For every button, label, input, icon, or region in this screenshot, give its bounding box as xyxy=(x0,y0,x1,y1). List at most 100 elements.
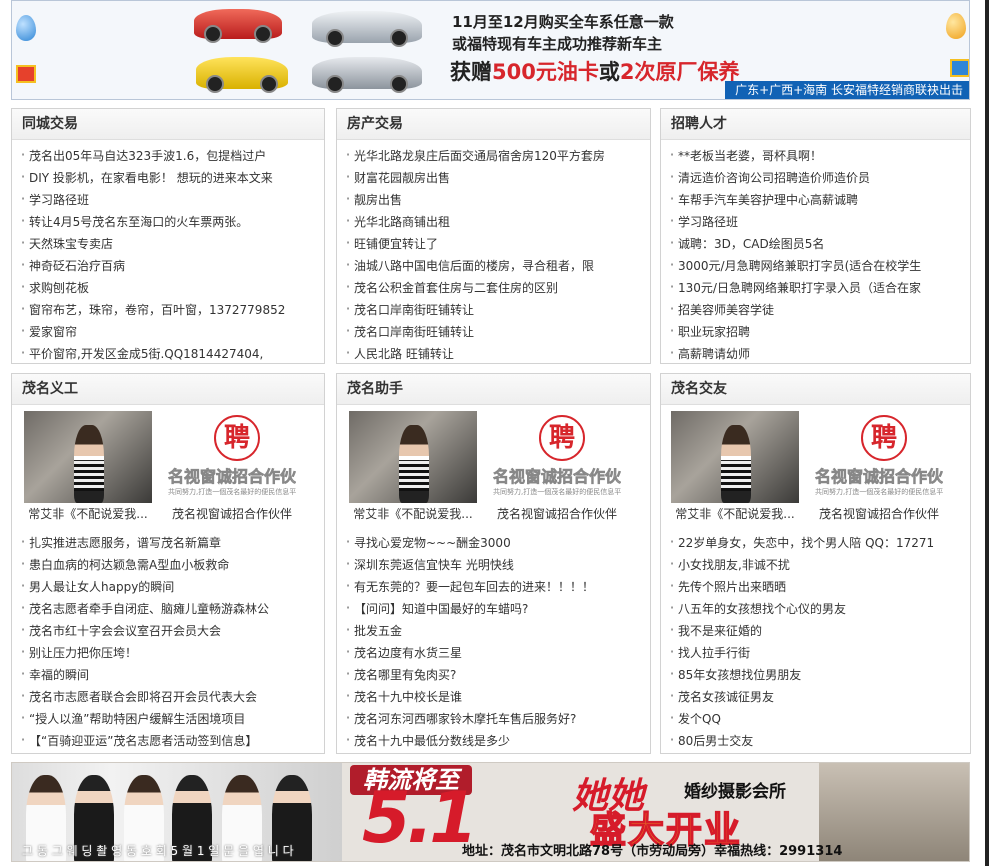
list-item[interactable]: 茂名市志愿者联合会即将召开会员代表大会 xyxy=(18,685,324,707)
list-item[interactable]: 靓房出售 xyxy=(343,188,650,210)
list-item[interactable]: 寻找心爱宠物~~~酬金3000 xyxy=(343,531,650,553)
list-item[interactable]: 22岁单身女，失恋中，找个男人陪 QQ：17271 xyxy=(667,531,970,553)
list-item[interactable]: 【问问】知道中国最好的车蜡吗? xyxy=(343,597,650,619)
list-item[interactable]: 茂名公积金首套住房与二套住房的区别 xyxy=(343,276,650,298)
list-item[interactable]: 茂名十九中校长是谁 xyxy=(343,685,650,707)
list-item[interactable]: 茂名河东河西哪家铃木摩托车售后服务好? xyxy=(343,707,650,729)
panel-title: 茂名交友 xyxy=(661,374,970,405)
photo-link[interactable]: 常艾非《不配说爱我... xyxy=(671,411,799,523)
list-item[interactable]: 油城八路中国电信后面的楼房，寻合租者，限 xyxy=(343,254,650,276)
list-item[interactable]: 窗帘布艺，珠帘，卷帘，百叶窗，1372779852 xyxy=(18,298,324,320)
list-item[interactable]: 学习路径班 xyxy=(667,210,970,232)
right-edge-border xyxy=(985,0,989,866)
photo-link[interactable]: 常艾非《不配说爱我... xyxy=(24,411,152,523)
list-item[interactable]: 茂名志愿者牵手自闭症、脑瘫儿童畅游森林公 xyxy=(18,597,324,619)
may-first-number: 5.1 xyxy=(362,777,478,859)
list-item[interactable]: 茂名口岸南街旺铺转让 xyxy=(343,320,650,342)
singer-photo xyxy=(24,411,152,503)
list-item[interactable]: 高薪聘请幼师 xyxy=(667,342,970,364)
photo-link[interactable]: 聘 名视窗诚招合作伙 共同努力,打造一個茂名最好的便民信息平臺! 茂名视窗诚招合… xyxy=(493,411,621,523)
panel-title: 房产交易 xyxy=(337,109,650,140)
panel-zhushou: 茂名助手 常艾非《不配说爱我... 聘 名视窗诚招合作伙 共同努力,打造一個茂名… xyxy=(336,373,651,754)
list-item[interactable]: 茂名出05年马自达323手波1.6，包提档过户 xyxy=(18,144,324,166)
panel-zhaopin: 招聘人才 **老板当老婆，哥杯具啊！ 清远造价咨询公司招聘造价师造价员 车帮手汽… xyxy=(660,108,971,364)
photo-row: 常艾非《不配说爱我... 聘 名视窗诚招合作伙 共同努力,打造一個茂名最好的便民… xyxy=(12,405,324,529)
photo-caption: 常艾非《不配说爱我... xyxy=(28,507,148,521)
list-item[interactable]: 诚聘：3D，CAD绘图员5名 xyxy=(667,232,970,254)
list-item[interactable]: 先传个照片出来晒晒 xyxy=(667,575,970,597)
list-item[interactable]: 批发五金 xyxy=(343,619,650,641)
list-item[interactable]: 光华北路商铺出租 xyxy=(343,210,650,232)
post-list: 茂名出05年马自达323手波1.6，包提档过户 DIY 投影机，在家看电影！ 想… xyxy=(12,140,324,364)
studio-name: 婚纱摄影会所 xyxy=(684,782,786,802)
banner-line-2: 或福特现有车主成功推荐新车主 xyxy=(452,35,663,53)
banner-oil-card-offer: 500元油卡 xyxy=(492,60,599,84)
list-item[interactable]: 财富花园靓房出售 xyxy=(343,166,650,188)
list-item[interactable]: 转让4月5号茂名东至海口的火车票两张。 xyxy=(18,210,324,232)
list-item[interactable]: 人民北路 旺铺转让 xyxy=(343,342,650,364)
list-item[interactable]: 平价窗帘,开发区金成5街.QQ1814427404, xyxy=(18,342,324,364)
list-item[interactable]: 幸福的瞬间 xyxy=(18,663,324,685)
singer-photo xyxy=(671,411,799,503)
list-item[interactable]: 职业玩家招聘 xyxy=(667,320,970,342)
list-item[interactable]: 天然珠宝专卖店 xyxy=(18,232,324,254)
recruit-mark: 聘 xyxy=(861,415,907,461)
post-list: 寻找心爱宠物~~~酬金3000 深圳东莞返信宜快车 光明快线 有无东莞的？要一起… xyxy=(337,529,650,751)
list-item[interactable]: 80后男士交友 xyxy=(667,729,970,751)
post-list: **老板当老婆，哥杯具啊！ 清远造价咨询公司招聘造价师造价员 车帮手汽车美容护理… xyxy=(661,140,970,364)
list-item[interactable]: 求购刨花板 xyxy=(18,276,324,298)
list-item[interactable]: 神奇砭石治疗百病 xyxy=(18,254,324,276)
list-item[interactable]: 【“百骑迎亚运”茂名志愿者活动签到信息】 xyxy=(18,729,324,751)
list-item[interactable]: 茂名十九中最低分数线是多少 xyxy=(343,729,650,751)
list-item[interactable]: 扎实推进志愿服务，谱写茂名新篇章 xyxy=(18,531,324,553)
yellow-car-image xyxy=(196,57,288,93)
list-item[interactable]: 有无东莞的？要一起包车回去的进来！！！！ xyxy=(343,575,650,597)
list-item[interactable]: 茂名口岸南街旺铺转让 xyxy=(343,298,650,320)
list-item[interactable]: 茂名市红十字会会议室召开会员大会 xyxy=(18,619,324,641)
red-car-image xyxy=(194,9,282,43)
list-item[interactable]: 小女找朋友,非诚不扰 xyxy=(667,553,970,575)
list-item[interactable]: 清远造价咨询公司招聘造价师造价员 xyxy=(667,166,970,188)
photo-caption: 茂名视窗诚招合作伙伴 xyxy=(171,507,292,521)
photo-row: 常艾非《不配说爱我... 聘 名视窗诚招合作伙 共同努力,打造一個茂名最好的便民… xyxy=(337,405,650,529)
list-item[interactable]: 八五年的女孩想找个心仪的男友 xyxy=(667,597,970,619)
silver-sedan-image xyxy=(312,11,422,47)
list-item[interactable]: 3000元/月急聘网络兼职打字员(适合在校学生 xyxy=(667,254,970,276)
photo-caption: 茂名视窗诚招合作伙伴 xyxy=(496,507,617,521)
list-item[interactable]: DIY 投影机，在家看电影！ 想玩的进来本文来 xyxy=(18,166,324,188)
banner-footer: 广东+广西+海南 长安福特经销商联袂出击 xyxy=(725,81,969,99)
wedding-studio-ad-banner[interactable]: 韩流将至 5.1 她她 婚纱摄影会所 盛大开业 그 동 그 웨 딩 촬 영 동 … xyxy=(11,762,970,862)
panel-yigong: 茂名义工 常艾非《不配说爱我... 聘 名视窗诚招合作伙 共同努力,打造一個茂名… xyxy=(11,373,325,754)
photo-link[interactable]: 聘 名视窗诚招合作伙 共同努力,打造一個茂名最好的便民信息平臺! 茂名视窗诚招合… xyxy=(815,411,943,523)
banner-line-1: 11月至12月购买全车系任意一款 xyxy=(452,13,674,31)
list-item[interactable]: 别让压力把你压垮！ xyxy=(18,641,324,663)
list-item[interactable]: 患白血病的柯达颖急需A型血小板救命 xyxy=(18,553,324,575)
panel-tongcheng: 同城交易 茂名出05年马自达323手波1.6，包提档过户 DIY 投影机，在家看… xyxy=(11,108,325,364)
ford-ad-banner[interactable]: 11月至12月购买全车系任意一款 或福特现有车主成功推荐新车主 获赠500元油卡… xyxy=(11,0,970,100)
list-item[interactable]: 茂名哪里有兔肉买? xyxy=(343,663,650,685)
list-item[interactable]: 车帮手汽车美容护理中心高薪诚聘 xyxy=(667,188,970,210)
list-item[interactable]: 我不是来征婚的 xyxy=(667,619,970,641)
list-item[interactable]: 男人最让女人happy的瞬间 xyxy=(18,575,324,597)
list-item[interactable]: 找人拉手行街 xyxy=(667,641,970,663)
list-item[interactable]: 光华北路龙泉庄后面交通局宿舍房120平方套房 xyxy=(343,144,650,166)
list-item[interactable]: 招美容师美容学徒 xyxy=(667,298,970,320)
photo-link[interactable]: 聘 名视窗诚招合作伙 共同努力,打造一個茂名最好的便民信息平臺! 茂名视窗诚招合… xyxy=(168,411,296,523)
list-item[interactable]: “授人以渔”帮助特困户缓解生活困境项目 xyxy=(18,707,324,729)
list-item[interactable]: 发个QQ xyxy=(667,707,970,729)
panel-jiaoyou: 茂名交友 常艾非《不配说爱我... 聘 名视窗诚招合作伙 共同努力,打造一個茂名… xyxy=(660,373,971,754)
list-item[interactable]: 深圳东莞返信宜快车 光明快线 xyxy=(343,553,650,575)
recruit-ad-image: 聘 名视窗诚招合作伙 共同努力,打造一個茂名最好的便民信息平臺! xyxy=(168,411,296,503)
gift-icon xyxy=(950,59,969,77)
list-item[interactable]: 爱家窗帘 xyxy=(18,320,324,342)
list-item[interactable]: 130元/日急聘网络兼职打字录入员（适合在家 xyxy=(667,276,970,298)
list-item[interactable]: 茂名女孩诚征男友 xyxy=(667,685,970,707)
list-item[interactable]: **老板当老婆，哥杯具啊！ xyxy=(667,144,970,166)
photo-link[interactable]: 常艾非《不配说爱我... xyxy=(349,411,477,523)
photo-caption: 常艾非《不配说爱我... xyxy=(675,507,795,521)
list-item[interactable]: 旺铺便宜转让了 xyxy=(343,232,650,254)
list-item[interactable]: 茂名边度有水货三星 xyxy=(343,641,650,663)
banner-maintenance-offer: 2次原厂保养 xyxy=(619,60,740,84)
list-item[interactable]: 85年女孩想找位男朋友 xyxy=(667,663,970,685)
list-item[interactable]: 学习路径班 xyxy=(18,188,324,210)
